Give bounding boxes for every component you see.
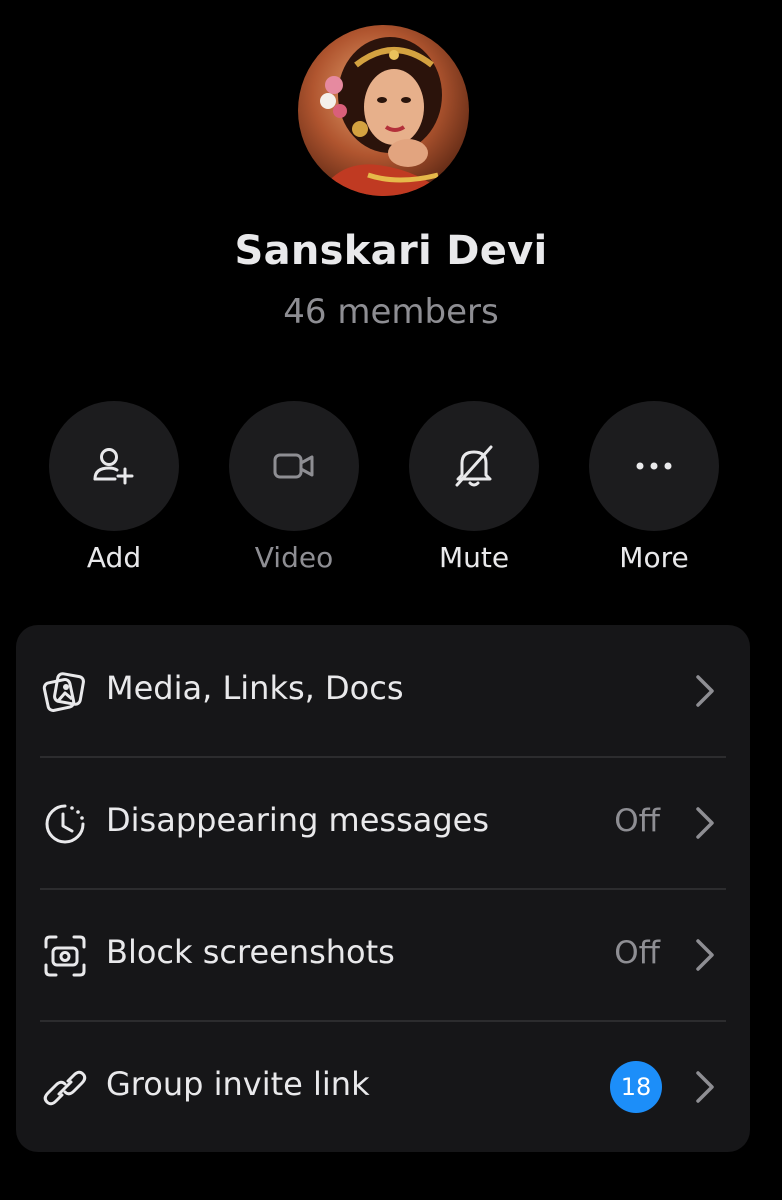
member-count[interactable]: 46 members [0, 292, 782, 332]
chevron-right-icon [696, 807, 714, 839]
row-label: Media, Links, Docs [106, 669, 404, 707]
link-icon [43, 1070, 87, 1106]
add-label: Add [86, 541, 142, 574]
row-group-invite-link[interactable]: Group invite link 18 [16, 1021, 750, 1153]
row-value: Off [614, 935, 660, 971]
row-label: Disappearing messages [106, 801, 490, 839]
video-button[interactable]: Video [228, 401, 360, 574]
add-person-icon [93, 448, 134, 485]
mute-button[interactable]: Mute [408, 401, 540, 574]
avatar-image [318, 37, 448, 196]
video-label: Video [254, 541, 334, 574]
add-button-circle[interactable] [49, 401, 179, 531]
settings-card: Media, Links, Docs Disappearing messages… [16, 625, 750, 1152]
more-dots-icon [636, 462, 672, 470]
action-buttons: Add Video Mute More [48, 401, 720, 581]
row-block-screenshots[interactable]: Block screenshots Off [16, 889, 750, 1021]
more-button-circle[interactable] [589, 401, 719, 531]
video-camera-icon [273, 453, 314, 479]
group-name: Sanskari Devi [234, 228, 548, 274]
add-button[interactable]: Add [48, 401, 180, 574]
row-label: Block screenshots [106, 933, 395, 971]
row-media-links-docs[interactable]: Media, Links, Docs [16, 625, 750, 757]
video-button-circle[interactable] [229, 401, 359, 531]
row-disappearing-messages[interactable]: Disappearing messages Off [16, 757, 750, 889]
group-avatar[interactable] [298, 25, 469, 196]
chevron-right-icon [696, 675, 714, 707]
more-label: More [619, 541, 689, 574]
chevron-right-icon [696, 939, 714, 971]
screenshot-block-icon [44, 935, 86, 977]
notification-badge: 18 [610, 1061, 662, 1113]
more-button[interactable]: More [588, 401, 720, 574]
mute-label: Mute [438, 541, 510, 574]
timer-icon [45, 804, 85, 844]
media-gallery-icon [42, 672, 85, 712]
row-label: Group invite link [106, 1065, 370, 1103]
row-value: Off [614, 803, 660, 839]
bell-off-icon [455, 445, 493, 487]
mute-button-circle[interactable] [409, 401, 539, 531]
chevron-right-icon [696, 1071, 714, 1103]
